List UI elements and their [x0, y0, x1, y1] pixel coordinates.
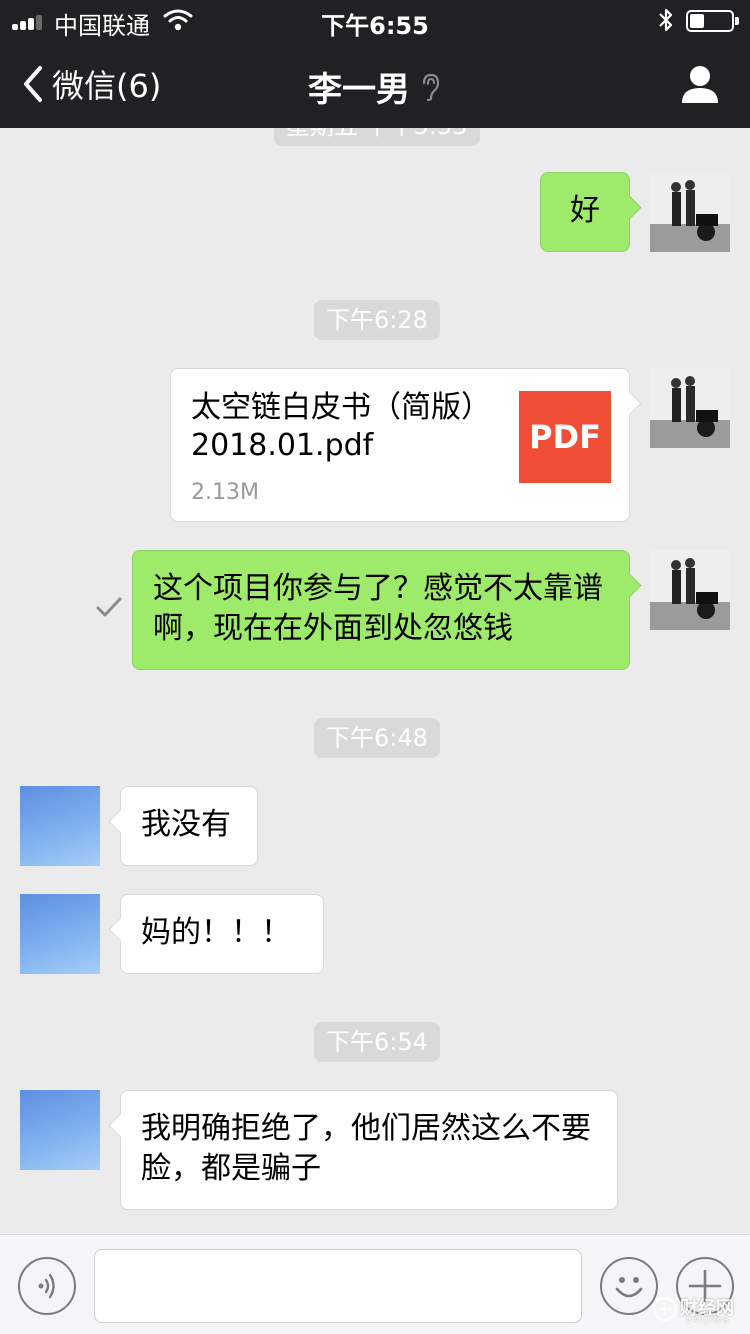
message-bubble-received[interactable]: 我没有 — [120, 786, 258, 866]
checkmark-icon — [96, 597, 122, 617]
message-input[interactable] — [94, 1249, 582, 1323]
file-name: 太空链白皮书（简版）2018.01.pdf — [191, 390, 491, 463]
chat-info-button[interactable] — [680, 64, 720, 104]
message-bubble-sent[interactable]: 好 — [540, 172, 630, 252]
top-bar: 中国联通 下午6:55 微信(6) 李一男 — [0, 0, 750, 128]
battery-level — [690, 14, 704, 28]
watermark-icon — [652, 1296, 678, 1322]
input-bar — [0, 1234, 750, 1334]
status-bar: 中国联通 下午6:55 — [0, 0, 750, 40]
message-text: 好 — [570, 193, 600, 228]
avatar-photo-image — [650, 172, 730, 252]
emoji-button[interactable] — [600, 1257, 658, 1315]
chat-title: 李一男 — [308, 70, 410, 110]
pdf-file-icon: PDF — [519, 391, 611, 483]
contact-avatar[interactable] — [20, 786, 100, 866]
earpiece-mode-icon — [422, 73, 440, 101]
timestamp-partial: 星期五 下午5:53 — [274, 128, 480, 146]
message-text: 我明确拒绝了，他们居然这么不要脸，都是骗子 — [141, 1111, 591, 1186]
my-avatar[interactable] — [650, 172, 730, 252]
timestamp: 下午6:54 — [314, 1022, 440, 1062]
emoji-icon — [615, 1277, 643, 1298]
pdf-badge-label: PDF — [529, 418, 601, 456]
timestamp: 下午6:28 — [314, 300, 440, 340]
message-bubble-sent[interactable]: 这个项目你参与了？感觉不太靠谱啊，现在在外面到处忽悠钱 — [132, 550, 630, 670]
chat-title-bar: 李一男 — [0, 62, 750, 111]
chat-area[interactable]: 星期五 下午5:53 好 下午6:28 太空链白皮书（简 — [0, 128, 750, 1234]
voice-input-button[interactable] — [18, 1257, 76, 1315]
bluetooth-icon — [659, 8, 673, 32]
contact-avatar[interactable] — [20, 894, 100, 974]
message-bubble-received[interactable]: 我明确拒绝了，他们居然这么不要脸，都是骗子 — [120, 1090, 618, 1210]
timestamp: 下午6:48 — [314, 718, 440, 758]
message-text: 妈的！！！ — [141, 915, 291, 950]
watermark-logo: 财经网 CAIJING — [652, 1290, 746, 1328]
voice-icon — [38, 1273, 55, 1299]
file-size: 2.13M — [191, 480, 259, 505]
my-avatar[interactable] — [650, 550, 730, 630]
avatar-photo-image — [650, 368, 730, 448]
status-time: 下午6:55 — [321, 12, 429, 40]
message-text: 这个项目你参与了？感觉不太靠谱啊，现在在外面到处忽悠钱 — [153, 571, 603, 646]
message-bubble-received[interactable]: 妈的！！！ — [120, 894, 324, 974]
watermark-subtext: CAIJING — [686, 1315, 731, 1324]
contact-avatar[interactable] — [20, 1090, 100, 1170]
my-avatar[interactable] — [650, 368, 730, 448]
file-message-bubble[interactable]: 太空链白皮书（简版）2018.01.pdf 2.13M PDF — [170, 368, 630, 522]
message-text: 我没有 — [141, 807, 231, 842]
avatar-photo-image — [650, 550, 730, 630]
battery-icon — [686, 10, 739, 32]
